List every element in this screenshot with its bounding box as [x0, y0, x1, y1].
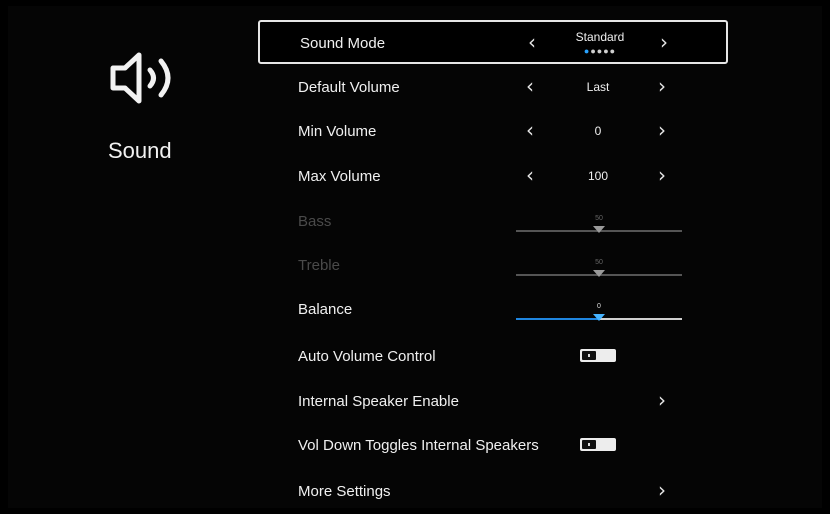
bass-label: Bass — [298, 213, 332, 230]
speaker-volume-icon — [110, 52, 171, 104]
chevron-right-icon[interactable]: › — [653, 164, 671, 186]
internal-speaker-label: Internal Speaker Enable — [298, 393, 459, 410]
treble-slider-value: 50 — [595, 259, 603, 266]
chevron-left-icon[interactable]: ‹ — [521, 119, 539, 141]
treble-slider: 50 — [516, 259, 682, 279]
bass-slider-value: 50 — [595, 215, 603, 222]
bass-slider: 50 — [516, 215, 682, 235]
vol-down-toggles-row[interactable]: Vol Down Toggles Internal Speakers — [258, 424, 728, 468]
page-title: Sound — [108, 138, 172, 163]
slider-fill — [516, 318, 599, 320]
chevron-right-icon[interactable]: › — [655, 31, 673, 53]
toggle-knob — [582, 351, 596, 360]
toggle-knob — [582, 440, 596, 449]
max-volume-label: Max Volume — [298, 168, 381, 185]
auto-volume-label: Auto Volume Control — [298, 348, 436, 365]
default-volume-label: Default Volume — [298, 79, 400, 96]
slider-thumb — [593, 270, 605, 277]
internal-speaker-row[interactable]: Internal Speaker Enable › — [258, 380, 728, 424]
balance-row[interactable]: Balance 0 — [258, 288, 728, 332]
chevron-left-icon[interactable]: ‹ — [521, 164, 539, 186]
max-volume-value: 100 — [587, 169, 609, 183]
bass-row: Bass 50 — [258, 200, 728, 244]
slider-thumb[interactable] — [593, 314, 605, 321]
chevron-left-icon[interactable]: ‹ — [523, 31, 541, 53]
page-dot: ● — [609, 46, 617, 56]
screen: Sound Sound Mode ‹ Standard ●●●●● › Defa… — [0, 0, 830, 514]
auto-volume-row[interactable]: Auto Volume Control — [258, 335, 728, 379]
min-volume-value: 0 — [594, 124, 602, 138]
sound-mode-page-dots: ●●●●● — [560, 46, 640, 56]
sound-mode-value: Standard — [575, 30, 625, 44]
chevron-left-icon[interactable]: ‹ — [521, 75, 539, 97]
chevron-right-icon[interactable]: › — [653, 119, 671, 141]
balance-label: Balance — [298, 301, 353, 318]
default-volume-row[interactable]: Default Volume ‹ Last › — [258, 66, 728, 110]
min-volume-label: Min Volume — [298, 123, 377, 140]
default-volume-value: Last — [586, 80, 610, 94]
more-settings-row[interactable]: More Settings › — [258, 470, 728, 514]
slider-thumb — [593, 226, 605, 233]
chevron-right-icon[interactable]: › — [653, 479, 671, 501]
min-volume-row[interactable]: Min Volume ‹ 0 › — [258, 110, 728, 154]
chevron-right-icon[interactable]: › — [653, 389, 671, 411]
left-panel: Sound — [0, 0, 252, 514]
vol-down-toggles-label: Vol Down Toggles Internal Speakers — [298, 437, 539, 454]
auto-volume-toggle[interactable] — [580, 349, 616, 362]
sound-mode-row[interactable]: Sound Mode ‹ Standard ●●●●● › — [258, 20, 728, 64]
balance-slider[interactable]: 0 — [516, 303, 682, 323]
vol-down-toggles-toggle[interactable] — [580, 438, 616, 451]
sound-mode-label: Sound Mode — [300, 35, 386, 52]
treble-row: Treble 50 — [258, 244, 728, 288]
balance-slider-value: 0 — [597, 303, 601, 310]
more-settings-label: More Settings — [298, 483, 391, 500]
treble-label: Treble — [298, 257, 340, 274]
max-volume-row[interactable]: Max Volume ‹ 100 › — [258, 155, 728, 199]
chevron-right-icon[interactable]: › — [653, 75, 671, 97]
